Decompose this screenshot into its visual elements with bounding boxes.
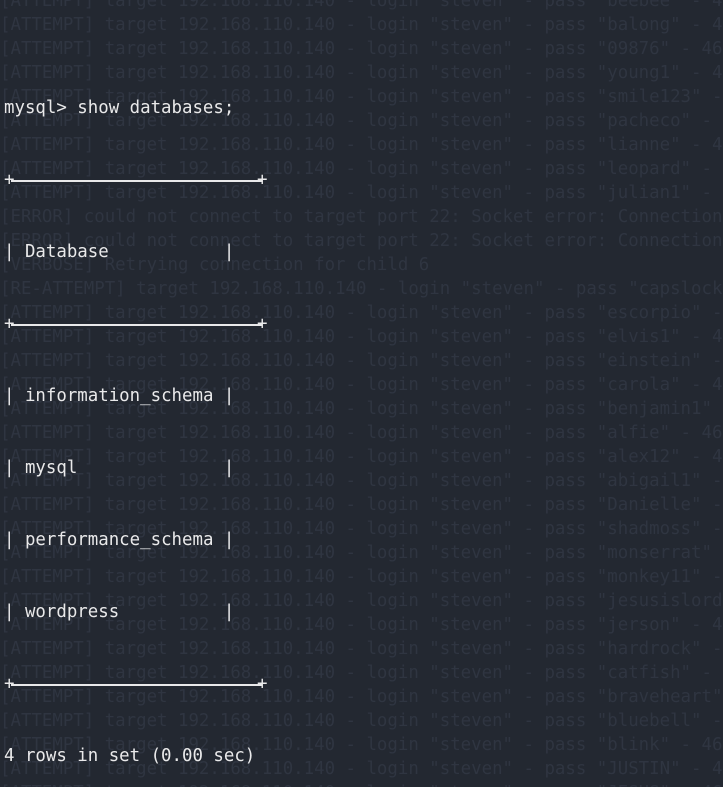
databases-table-mid-border: + +: [4, 314, 268, 334]
prompt-line-show-databases: mysql> show databases;: [4, 98, 235, 118]
databases-result-count: 4 rows in set (0.00 sec): [4, 746, 256, 766]
databases-table-row: | mysql |: [4, 458, 235, 478]
databases-table-row: | wordpress |: [4, 602, 235, 622]
databases-table-row: | performance_schema |: [4, 530, 235, 550]
databases-table-bottom-border: + +: [4, 674, 268, 694]
databases-table-top-border: + +: [4, 170, 268, 190]
databases-table-row: | information_schema |: [4, 386, 235, 406]
mysql-session-output: mysql> show databases; + + | Database | +…: [0, 0, 723, 787]
databases-table-header: | Database |: [4, 242, 235, 262]
terminal-window[interactable]: [ATTEMPT] target 192.168.110.140 - login…: [0, 0, 723, 787]
